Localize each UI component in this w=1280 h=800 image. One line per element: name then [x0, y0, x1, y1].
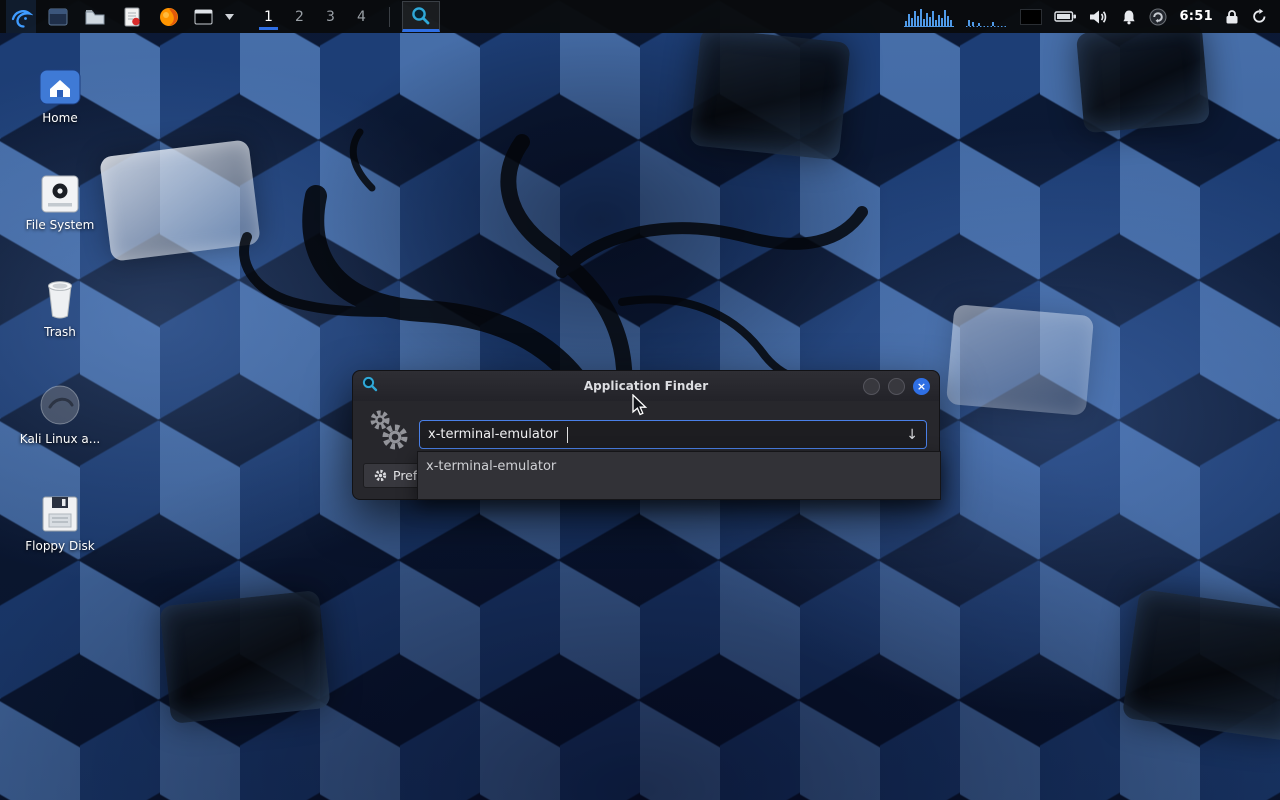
home-icon — [0, 58, 120, 106]
firefox-icon — [159, 7, 179, 27]
desktop-icon-file-system[interactable]: File System — [0, 165, 120, 232]
chevron-down-icon — [225, 14, 234, 20]
applications-menu-button[interactable] — [6, 0, 36, 33]
app-window-launcher-button[interactable] — [43, 0, 73, 33]
combo-down-arrow-icon[interactable]: ↓ — [906, 427, 918, 443]
workspace-button-2[interactable]: 2 — [284, 0, 315, 33]
kali-menu-icon — [9, 5, 33, 29]
trash-icon — [0, 272, 120, 320]
desktop-icon-label: Home — [0, 111, 120, 125]
terminal-monitor-widget[interactable] — [1020, 9, 1042, 25]
workspace-button-1[interactable]: 1 — [253, 0, 284, 33]
desktop-icon-trash[interactable]: Trash — [0, 272, 120, 339]
titlebar[interactable]: Application Finder × — [353, 371, 939, 401]
drive-icon — [0, 165, 120, 213]
minimize-button[interactable] — [863, 378, 880, 395]
desktop-icon-home[interactable]: Home — [0, 58, 120, 125]
clock[interactable]: 6:51 — [1179, 9, 1213, 24]
desktop-icon-label: Kali Linux a... — [0, 432, 120, 446]
panel-separator — [389, 7, 390, 27]
application-finder-icon — [411, 6, 431, 26]
gear-icon — [374, 469, 387, 482]
wallpaper-dark-cube — [1122, 589, 1280, 741]
taskbar-application-finder-button[interactable] — [402, 1, 440, 32]
file-manager-button[interactable] — [80, 0, 110, 33]
kali-disc-icon — [0, 379, 120, 427]
terminal-launcher-button[interactable] — [191, 0, 215, 33]
application-finder-window: Application Finder × x-termin — [352, 370, 940, 500]
top-panel: 1 2 3 4 6:51 — [0, 0, 1280, 33]
lock-icon[interactable] — [1225, 9, 1239, 25]
desktop-icon-label: File System — [0, 218, 120, 232]
text-caret — [567, 427, 568, 443]
desktop-icon-floppy-disk[interactable]: Floppy Disk — [0, 486, 120, 553]
battery-icon[interactable] — [1054, 10, 1077, 23]
document-icon — [123, 7, 141, 27]
terminal-dropdown-button[interactable] — [222, 0, 236, 33]
folder-icon — [85, 8, 105, 25]
workspace-button-4[interactable]: 4 — [346, 0, 377, 33]
finder-body: x-terminal-emulator ↓ Preferences x-term… — [353, 401, 939, 500]
desktop: Home File System Trash Kali Linux a... F… — [0, 0, 1280, 800]
maximize-button[interactable] — [888, 378, 905, 395]
desktop-icon-label: Floppy Disk — [0, 539, 120, 553]
network-graph-icon[interactable] — [966, 7, 1008, 27]
search-input-value: x-terminal-emulator — [428, 427, 558, 442]
wallpaper-dark-cube — [1076, 23, 1210, 134]
window-icon — [48, 8, 68, 26]
completion-popup: x-terminal-emulator — [417, 451, 941, 500]
window-title: Application Finder — [353, 379, 939, 393]
completion-item[interactable]: x-terminal-emulator — [418, 452, 940, 481]
system-tray: 6:51 — [904, 7, 1274, 27]
cpu-graph-icon[interactable] — [904, 7, 954, 27]
bell-icon[interactable] — [1121, 9, 1137, 25]
search-input[interactable]: x-terminal-emulator ↓ — [419, 420, 927, 449]
window-controls: × — [863, 378, 930, 395]
floppy-icon — [0, 486, 120, 534]
close-button[interactable]: × — [913, 378, 930, 395]
workspace-button-3[interactable]: 3 — [315, 0, 346, 33]
log-out-icon[interactable] — [1251, 8, 1268, 25]
volume-icon[interactable] — [1089, 9, 1109, 25]
gears-icon — [365, 407, 415, 459]
application-finder-icon — [362, 376, 378, 396]
firefox-button[interactable] — [154, 0, 184, 33]
wallpaper-dark-cube — [159, 590, 330, 724]
desktop-icon-label: Trash — [0, 325, 120, 339]
text-editor-button[interactable] — [117, 0, 147, 33]
desktop-icon-kali-linux[interactable]: Kali Linux a... — [0, 379, 120, 446]
status-circle-icon[interactable] — [1149, 8, 1167, 26]
workspace-switcher: 1 2 3 4 — [253, 0, 377, 33]
terminal-icon — [194, 9, 213, 25]
wallpaper-glass-cube — [99, 139, 261, 261]
wallpaper-dark-cube — [689, 27, 851, 160]
wallpaper-glass-cube — [946, 304, 1094, 416]
